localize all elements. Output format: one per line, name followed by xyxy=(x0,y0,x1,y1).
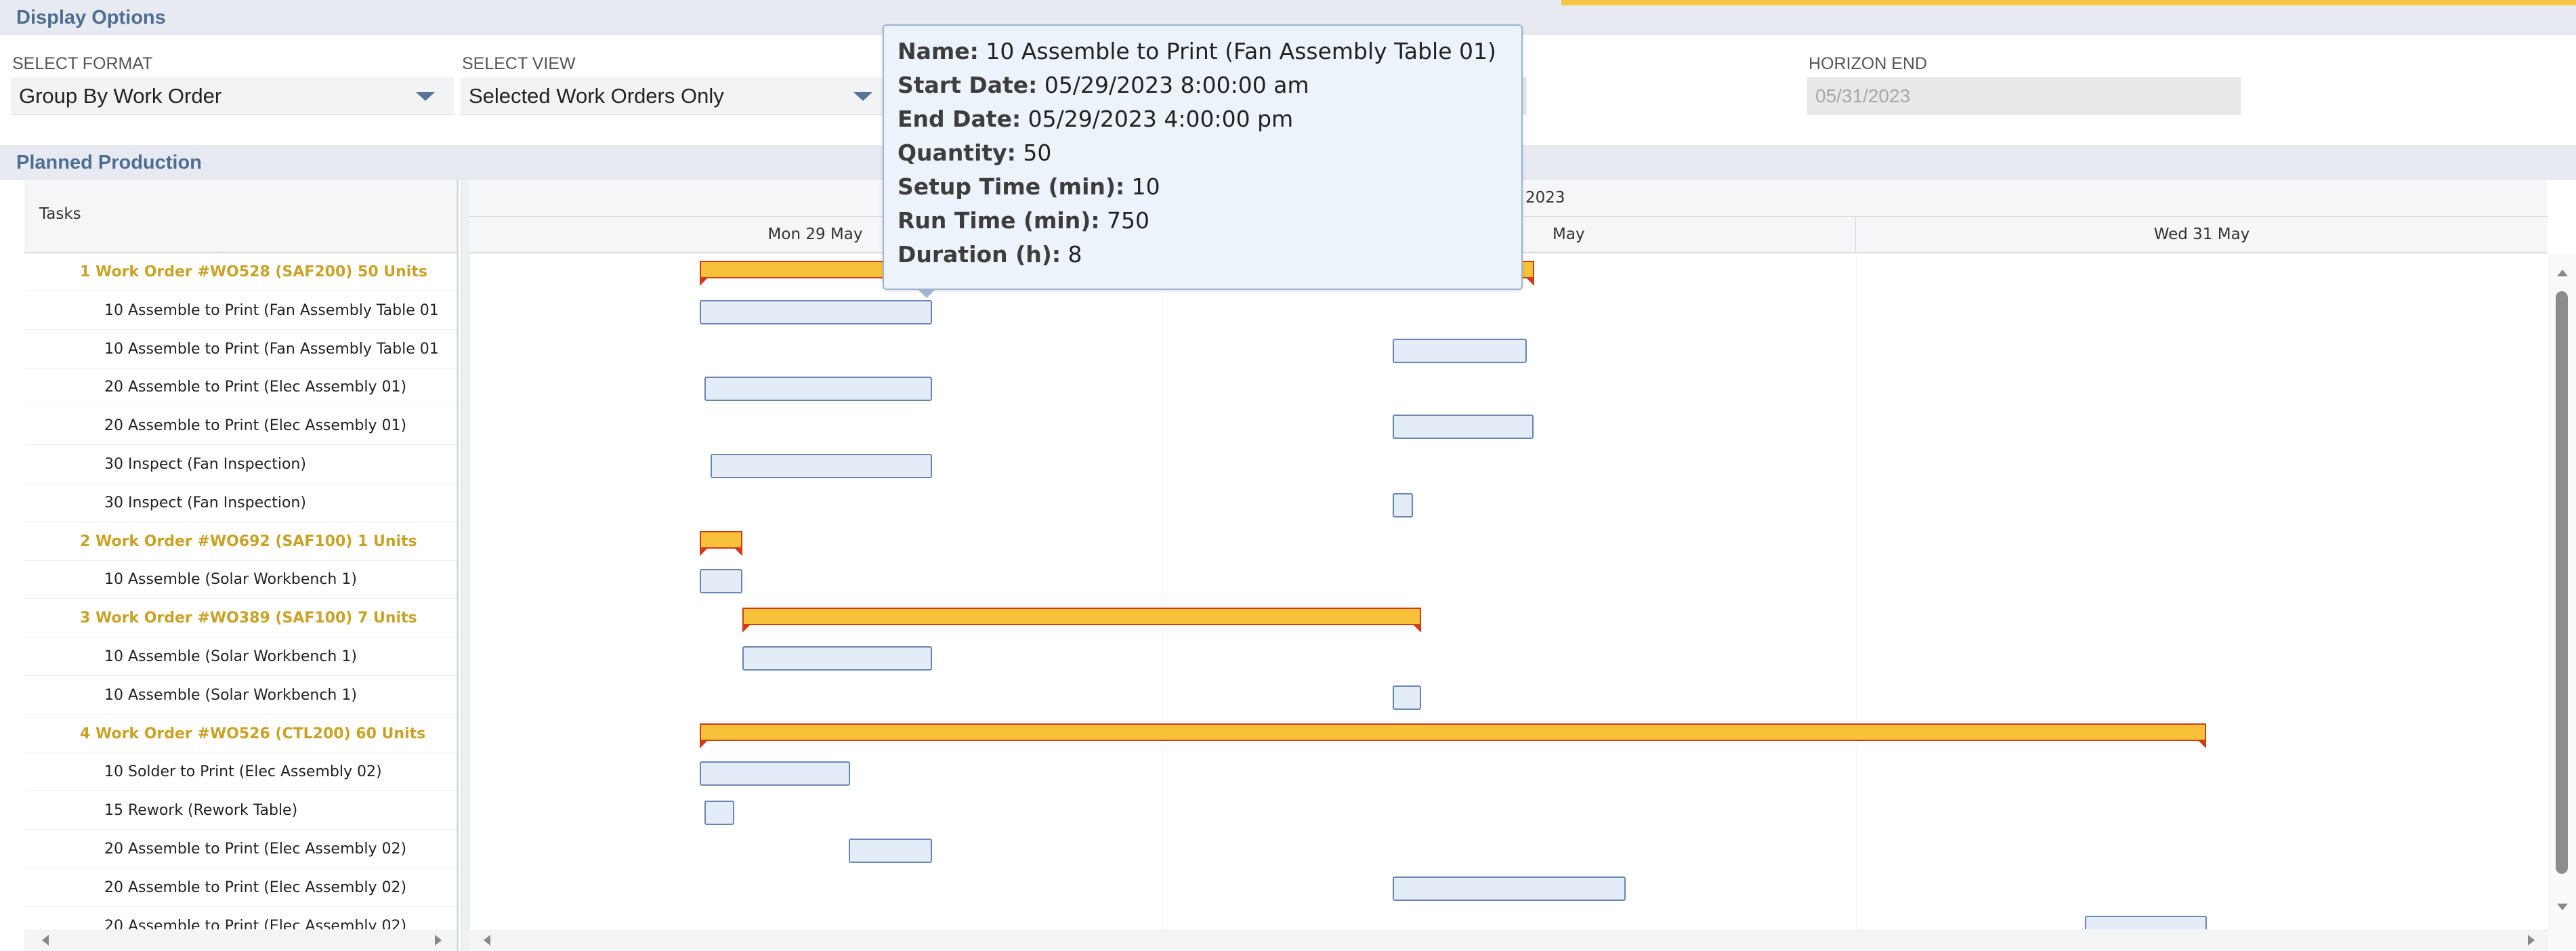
scroll-down-arrow-icon[interactable] xyxy=(2557,904,2568,910)
operation-row[interactable]: 20 Assemble to Print (Elec Assembly 02) xyxy=(24,869,457,907)
operation-bar[interactable] xyxy=(700,761,850,786)
scroll-right-arrow-icon[interactable] xyxy=(2528,935,2535,946)
scroll-left-arrow-icon[interactable] xyxy=(484,935,490,946)
tooltip-run-time: Run Time (min): 750 xyxy=(898,207,1150,234)
day-label-wed: Wed 31 May xyxy=(2153,226,2250,243)
operation-row[interactable]: 10 Assemble to Print (Fan Assembly Table… xyxy=(24,331,457,368)
operation-row[interactable]: 10 Assemble to Print (Fan Assembly Table… xyxy=(24,292,457,330)
work-order-bar[interactable] xyxy=(742,608,1421,633)
operation-bar[interactable] xyxy=(742,646,932,671)
operation-bar[interactable] xyxy=(1393,415,1534,439)
task-list-panel: Tasks 1 Work Order #WO528 (SAF200) 50 Un… xyxy=(24,180,459,951)
operation-bar[interactable] xyxy=(711,454,932,478)
tooltip-quantity: Quantity: 50 xyxy=(898,140,1052,166)
tooltip-setup-time: Setup Time (min): 10 xyxy=(898,173,1160,200)
tooltip-name: Name: 10 Assemble to Print (Fan Assembly… xyxy=(898,38,1496,64)
panel-splitter[interactable] xyxy=(461,180,469,951)
operation-row[interactable]: 20 Assemble to Print (Elec Assembly 02) xyxy=(24,830,457,868)
work-order-bar[interactable] xyxy=(700,723,2206,748)
select-format-dropdown[interactable]: Group By Work Order xyxy=(11,77,454,115)
operation-bar[interactable] xyxy=(1393,685,1421,710)
operation-row[interactable]: 20 Assemble to Print (Elec Assembly 01) xyxy=(24,368,457,407)
operation-row[interactable]: 20 Assemble to Print (Elec Assembly 01) xyxy=(24,407,457,446)
work-order-row[interactable]: 2 Work Order #WO692 (SAF100) 1 Units xyxy=(24,523,457,561)
accent-strip xyxy=(1561,0,2576,5)
day-gridline xyxy=(1162,253,1163,931)
select-view-dropdown[interactable]: Selected Work Orders Only xyxy=(461,77,891,115)
work-order-row[interactable]: 3 Work Order #WO389 (SAF100) 7 Units xyxy=(24,599,457,638)
planned-production-title: Planned Production xyxy=(16,152,202,173)
scroll-right-arrow-icon[interactable] xyxy=(435,935,442,946)
tooltip-pointer xyxy=(917,289,936,298)
operation-bar[interactable] xyxy=(700,300,932,324)
day-gridline xyxy=(1856,253,1857,931)
task-tooltip: Name: 10 Assemble to Print (Fan Assembly… xyxy=(883,24,1523,290)
task-horizontal-scrollbar[interactable] xyxy=(24,929,457,951)
operation-bar[interactable] xyxy=(700,569,742,593)
select-view-value: Selected Work Orders Only xyxy=(469,84,724,108)
operation-bar[interactable] xyxy=(704,377,932,401)
work-order-bar[interactable] xyxy=(700,531,742,556)
vertical-scrollbar[interactable] xyxy=(2548,253,2576,951)
vertical-scroll-thumb[interactable] xyxy=(2556,291,2568,874)
tooltip-end-date: End Date: 05/29/2023 4:00:00 pm xyxy=(898,106,1294,132)
work-order-row[interactable]: 4 Work Order #WO526 (CTL200) 60 Units xyxy=(24,715,457,753)
tooltip-start-date: Start Date: 05/29/2023 8:00:00 am xyxy=(898,72,1309,98)
timeline-period-label: 2023 xyxy=(1525,189,1565,207)
operation-row[interactable]: 30 Inspect (Fan Inspection) xyxy=(24,484,457,522)
chevron-down-icon xyxy=(416,92,435,101)
operation-row[interactable]: 30 Inspect (Fan Inspection) xyxy=(24,446,457,484)
operation-bar[interactable] xyxy=(1393,493,1413,517)
select-format-value: Group By Work Order xyxy=(19,84,222,108)
horizon-end-field: 05/31/2023 xyxy=(1807,77,2241,115)
display-options-title: Display Options xyxy=(16,7,166,28)
scroll-left-arrow-icon[interactable] xyxy=(42,935,49,946)
operation-bar[interactable] xyxy=(704,801,734,825)
operation-row[interactable]: 10 Assemble (Solar Workbench 1) xyxy=(24,561,457,599)
tooltip-duration: Duration (h): 8 xyxy=(898,241,1082,268)
operation-row[interactable]: 10 Solder to Print (Elec Assembly 02) xyxy=(24,753,457,792)
day-column-wed: Wed 31 May xyxy=(1856,217,2548,252)
day-label-tue-partial: May xyxy=(1553,226,1585,243)
operation-row[interactable]: 10 Assemble (Solar Workbench 1) xyxy=(24,638,457,676)
scroll-up-arrow-icon[interactable] xyxy=(2557,270,2568,276)
tasks-column-header[interactable]: Tasks xyxy=(24,180,457,253)
chevron-down-icon xyxy=(853,92,872,101)
operation-bar[interactable] xyxy=(1393,339,1527,363)
operation-bar[interactable] xyxy=(1393,876,1626,901)
select-view-label: SELECT VIEW xyxy=(462,54,576,73)
work-order-row[interactable]: 1 Work Order #WO528 (SAF200) 50 Units xyxy=(24,253,457,291)
operation-bar[interactable] xyxy=(849,839,932,863)
operation-row[interactable]: 15 Rework (Rework Table) xyxy=(24,792,457,830)
operation-row[interactable]: 10 Assemble (Solar Workbench 1) xyxy=(24,677,457,715)
timeline-horizontal-scrollbar[interactable] xyxy=(469,929,2548,951)
day-label-mon: Mon 29 May xyxy=(767,226,863,243)
select-format-label: SELECT FORMAT xyxy=(12,54,153,73)
horizon-end-label: HORIZON END xyxy=(1809,54,1927,73)
tasks-column-label: Tasks xyxy=(39,205,81,223)
